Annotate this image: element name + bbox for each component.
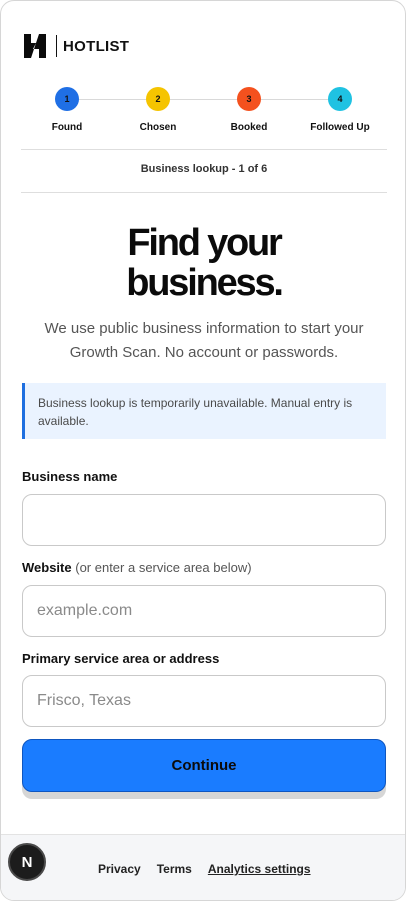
notice-text: Business lookup is temporarily unavailab… — [38, 396, 353, 428]
website-field-wrap — [22, 585, 386, 637]
service-area-input[interactable] — [23, 676, 385, 726]
footer-links: Privacy Terms Analytics settings — [98, 862, 311, 876]
step-label: Booked — [230, 122, 268, 133]
website-input[interactable] — [23, 586, 385, 636]
website-label: Website (or enter a service area below) — [22, 560, 252, 575]
page-frame: HOTLIST 1 Found 2 Chosen 3 Booked 4 Foll… — [0, 0, 406, 901]
continue-button[interactable]: Continue — [22, 739, 386, 792]
service-area-field-wrap — [22, 675, 386, 727]
footer: Privacy Terms Analytics settings — [1, 834, 405, 900]
lookup-progress-text: Business lookup - 1 of 6 — [140, 163, 268, 175]
hotlist-h-logo-icon — [24, 34, 46, 58]
divider — [21, 149, 387, 150]
brand-separator — [56, 35, 57, 57]
dev-tools-badge[interactable]: N — [8, 843, 46, 881]
analytics-settings-link[interactable]: Analytics settings — [208, 862, 311, 876]
privacy-link[interactable]: Privacy — [98, 862, 141, 876]
business-name-input[interactable] — [23, 495, 385, 545]
step-label: Chosen — [139, 122, 177, 133]
step-dot: 1 — [55, 87, 79, 111]
page-title: Find your business. — [21, 223, 387, 303]
step-dot: 4 — [328, 87, 352, 111]
website-label-hint: (or enter a service area below) — [75, 560, 252, 575]
progress-stepper: 1 Found 2 Chosen 3 Booked 4 Followed Up — [21, 87, 387, 137]
step-label: Found — [51, 122, 83, 133]
subtitle: We use public business information to st… — [44, 320, 364, 361]
step-followed-up: 4 Followed Up — [294, 87, 386, 133]
step-label: Followed Up — [310, 122, 370, 133]
step-chosen: 2 Chosen — [112, 87, 204, 133]
service-area-label: Primary service area or address — [22, 651, 220, 666]
lookup-unavailable-notice: Business lookup is temporarily unavailab… — [22, 383, 386, 439]
terms-link[interactable]: Terms — [157, 862, 192, 876]
step-dot: 2 — [146, 87, 170, 111]
dev-badge-letter: N — [21, 853, 33, 871]
business-name-field-wrap — [22, 494, 386, 546]
step-found: 1 Found — [21, 87, 113, 133]
step-booked: 3 Booked — [203, 87, 295, 133]
business-name-label: Business name — [22, 469, 118, 484]
divider — [21, 192, 387, 193]
headline-line-2: business. — [126, 262, 284, 304]
brand-name: HOTLIST — [63, 37, 130, 55]
headline-line-1: Find your — [127, 222, 283, 264]
step-dot: 3 — [237, 87, 261, 111]
website-label-text: Website — [22, 560, 72, 575]
brand[interactable]: HOTLIST — [22, 32, 129, 60]
